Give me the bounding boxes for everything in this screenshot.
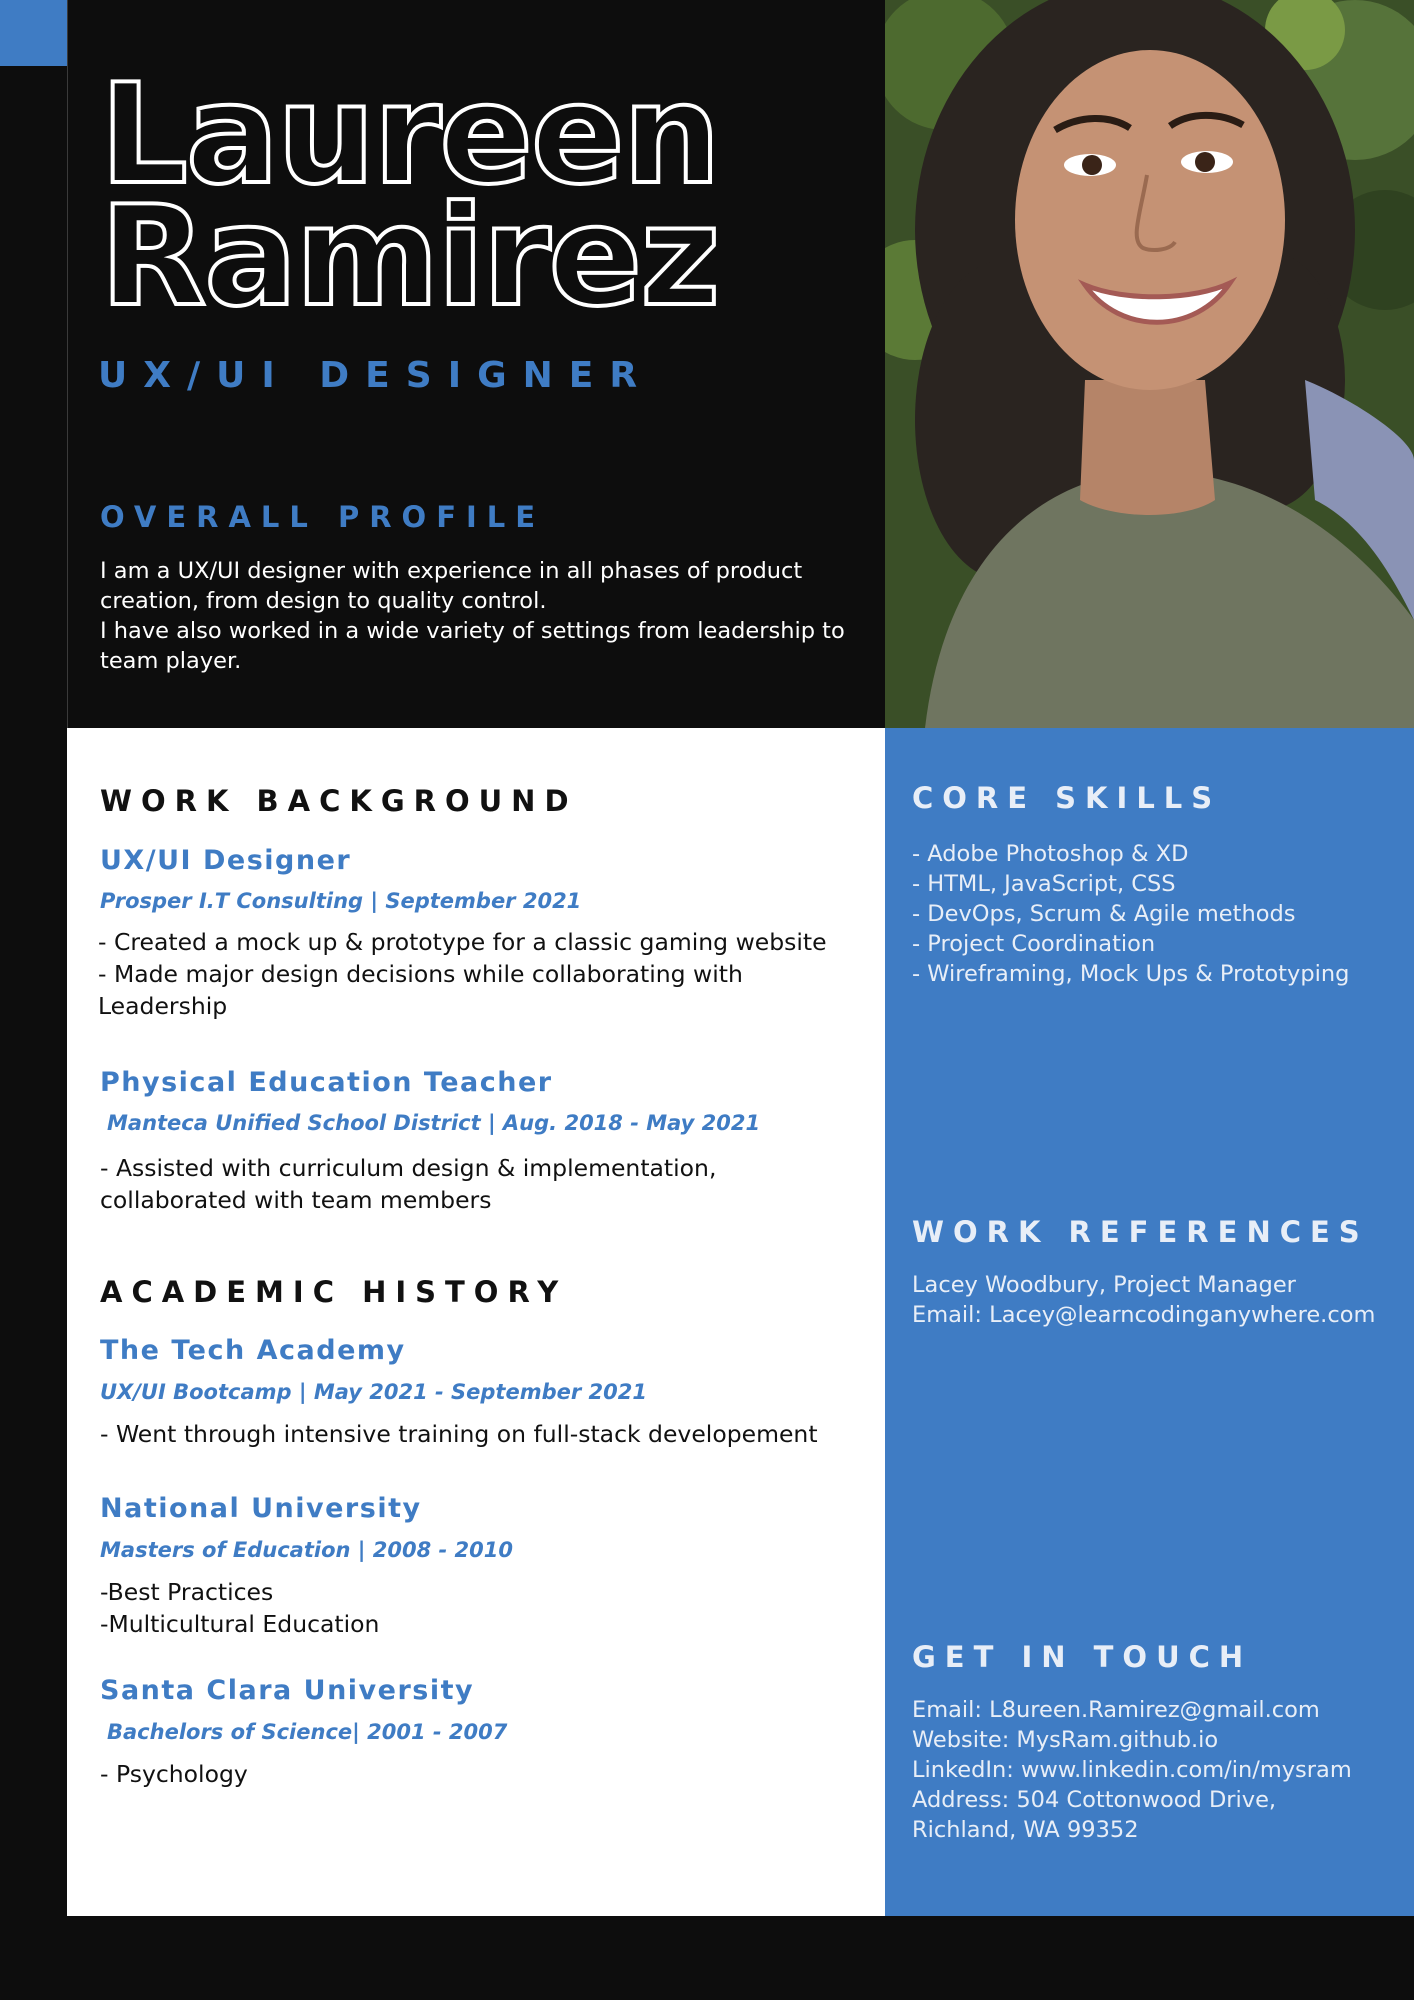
contact-heading: GET IN TOUCH [912,1640,1253,1674]
contact-email: Email: L8ureen.Ramirez@gmail.com [912,1697,1320,1723]
contact-address: Address: 504 Cottonwood Drive, [912,1787,1277,1813]
contact-address-city: Richland, WA 99352 [912,1817,1139,1843]
job-title: UX/UI DESIGNER [98,355,654,396]
school-title-3: Santa Clara University [100,1675,475,1706]
job-sub-1: Prosper I.T Consulting | September 2021 [100,889,582,913]
references-list: Lacey Woodbury, Project Manager Email: L… [912,1270,1375,1330]
profile-text: I am a UX/UI designer with experience in… [100,556,860,676]
school-desc-3: - Psychology [100,1758,248,1790]
school-desc-2: -Best Practices -Multicultural Education [100,1576,379,1640]
job-desc-line: - Made major design decisions while coll… [98,960,743,988]
skill-item: - DevOps, Scrum & Agile methods [912,901,1296,927]
skill-item: - HTML, JavaScript, CSS [912,871,1176,897]
job-desc-line: - Created a mock up & prototype for a cl… [98,928,827,956]
profile-line: I am a UX/UI designer with experience in… [100,558,803,584]
job-title-1: UX/UI Designer [100,845,352,876]
profile-heading: OVERALL PROFILE [100,500,546,534]
skills-list: - Adobe Photoshop & XD - HTML, JavaScrip… [912,839,1349,989]
school-sub-2: Masters of Education | 2008 - 2010 [100,1538,513,1562]
profile-line: team player. [100,648,242,674]
school-sub-1: UX/UI Bootcamp | May 2021 - September 20… [100,1380,647,1404]
school-desc-line: - Psychology [100,1760,248,1788]
name-last-line: Ramirez [98,176,722,337]
job-desc-line: Leadership [98,992,228,1020]
reference-line: Lacey Woodbury, Project Manager [912,1272,1296,1298]
skill-item: - Wireframing, Mock Ups & Prototyping [912,961,1350,987]
school-title-2: National University [100,1493,422,1524]
contact-website: Website: MysRam.github.io [912,1727,1219,1753]
job-desc-1: - Created a mock up & prototype for a cl… [98,926,827,1022]
job-desc-2: - Assisted with curriculum design & impl… [100,1152,716,1216]
job-desc-line: - Assisted with curriculum design & impl… [100,1154,717,1182]
profile-line: creation, from design to quality control… [100,588,547,614]
job-sub-2: Manteca Unified School District | Aug. 2… [107,1111,761,1135]
profile-line: I have also worked in a wide variety of … [100,618,845,644]
contact-list: Email: L8ureen.Ramirez@gmail.com Website… [912,1695,1352,1845]
header-divider [67,0,68,728]
school-desc-line: -Best Practices [100,1578,274,1606]
reference-line: Email: Lacey@learncodinganywhere.com [912,1302,1376,1328]
contact-linkedin: LinkedIn: www.linkedin.com/in/mysram [912,1757,1352,1783]
school-desc-line: - Went through intensive training on ful… [100,1420,818,1448]
corner-accent-block [0,0,67,66]
portrait-photo [885,0,1414,728]
references-heading: WORK REFERENCES [912,1215,1369,1249]
school-title-1: The Tech Academy [100,1335,406,1366]
school-desc-1: - Went through intensive training on ful… [100,1418,818,1450]
skill-item: - Project Coordination [912,931,1156,957]
school-desc-line: -Multicultural Education [100,1610,380,1638]
job-title-2: Physical Education Teacher [100,1067,553,1098]
school-sub-3: Bachelors of Science| 2001 - 2007 [107,1720,508,1744]
job-desc-line: collaborated with team members [100,1186,492,1214]
work-heading: WORK BACKGROUND [100,784,578,818]
skills-heading: CORE SKILLS [912,781,1222,815]
academic-heading: ACADEMIC HISTORY [100,1275,568,1309]
skill-item: - Adobe Photoshop & XD [912,841,1189,867]
portrait-illustration [885,0,1414,728]
